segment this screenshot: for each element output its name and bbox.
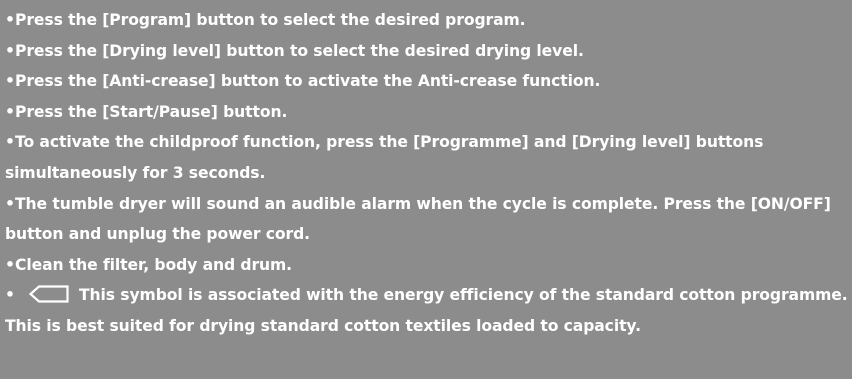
instruction-cycle-complete: •The tumble dryer will sound an audible … (5, 189, 848, 250)
instruction-text: This symbol is associated with the energ… (5, 286, 848, 335)
instruction-text: Press the [Anti-crease] button to activa… (15, 72, 601, 91)
instruction-text: Press the [Program] button to select the… (15, 11, 526, 29)
instruction-program: •Press the [Program] button to select th… (5, 5, 848, 36)
instruction-childproof: •To activate the childproof function, pr… (5, 127, 848, 188)
instruction-text: Press the [Drying level] button to selec… (15, 41, 584, 60)
standard-cotton-programme-icon (29, 285, 69, 303)
instruction-text: Clean the filter, body and drum. (15, 255, 293, 274)
bullet: • (5, 133, 15, 152)
instruction-document: •Press the [Program] button to select th… (0, 0, 852, 379)
bullet: • (5, 102, 15, 121)
bullet: • (5, 194, 15, 213)
instruction-clean: •Clean the filter, body and drum. (5, 250, 848, 281)
instruction-text: To activate the childproof function, pre… (5, 133, 764, 182)
bullet: • (5, 286, 15, 305)
instruction-drying-level: •Press the [Drying level] button to sele… (5, 36, 848, 67)
instruction-anti-crease: •Press the [Anti-crease] button to activ… (5, 66, 848, 97)
instruction-text: The tumble dryer will sound an audible a… (5, 194, 831, 244)
bullet: • (5, 255, 15, 274)
instruction-text: Press the [Start/Pause] button. (15, 102, 288, 121)
bullet: • (5, 41, 15, 60)
bullet: • (5, 72, 15, 91)
bullet: • (5, 11, 15, 29)
instruction-start-pause: •Press the [Start/Pause] button. (5, 97, 848, 128)
instruction-energy-symbol: • This symbol is associated with the ener… (5, 280, 848, 341)
